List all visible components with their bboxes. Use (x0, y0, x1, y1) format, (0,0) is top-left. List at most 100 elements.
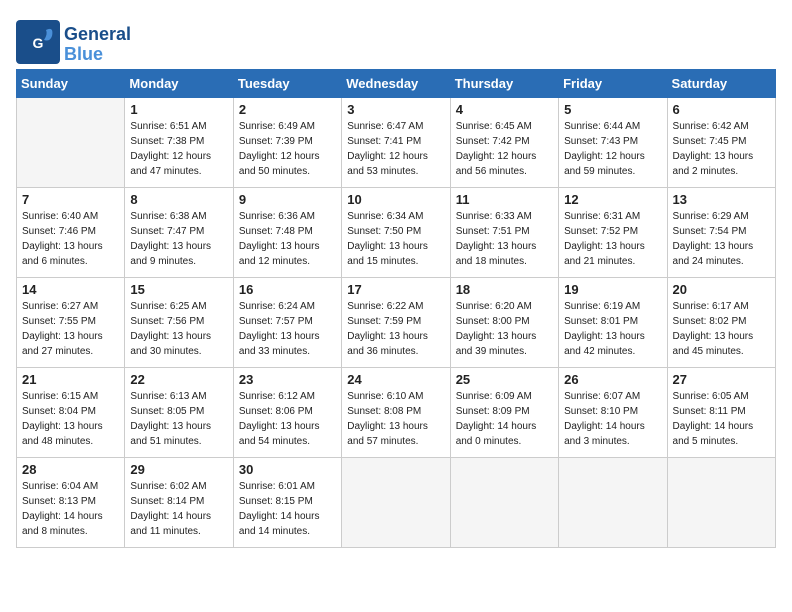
calendar-cell: 13 Sunrise: 6:29 AMSunset: 7:54 PMDayligh… (667, 188, 775, 278)
day-number: 30 (239, 462, 336, 477)
day-number: 25 (456, 372, 553, 387)
day-number: 22 (130, 372, 227, 387)
day-of-week-header: Monday (125, 70, 233, 98)
calendar-week-row: 28 Sunrise: 6:04 AMSunset: 8:13 PMDayligh… (17, 458, 776, 548)
svg-text:G: G (33, 35, 44, 51)
calendar-cell: 2 Sunrise: 6:49 AMSunset: 7:39 PMDaylight… (233, 98, 341, 188)
day-number: 20 (673, 282, 770, 297)
sun-info: Sunrise: 6:17 AMSunset: 8:02 PMDaylight:… (673, 299, 770, 359)
sun-info: Sunrise: 6:15 AMSunset: 8:04 PMDaylight:… (22, 389, 119, 449)
calendar-cell: 27Sunrise: 6:05 AMSunset: 8:11 PMDayligh… (667, 368, 775, 458)
calendar-cell: 12 Sunrise: 6:31 AMSunset: 7:52 PMDayligh… (559, 188, 667, 278)
calendar-cell: 16 Sunrise: 6:24 AMSunset: 7:57 PMDayligh… (233, 278, 341, 368)
day-number: 8 (130, 192, 227, 207)
calendar-cell: 4 Sunrise: 6:45 AMSunset: 7:42 PMDaylight… (450, 98, 558, 188)
day-number: 28 (22, 462, 119, 477)
sun-info: Sunrise: 6:01 AMSunset: 8:15 PMDaylight:… (239, 479, 336, 539)
sun-info: Sunrise: 6:40 AMSunset: 7:46 PMDaylight:… (22, 209, 119, 269)
calendar-cell: 25 Sunrise: 6:09 AMSunset: 8:09 PMDayligh… (450, 368, 558, 458)
day-number: 6 (673, 102, 770, 117)
sun-info: Sunrise: 6:31 AMSunset: 7:52 PMDaylight:… (564, 209, 661, 269)
day-number: 17 (347, 282, 444, 297)
day-number: 19 (564, 282, 661, 297)
logo-blue: Blue (64, 45, 131, 65)
calendar-cell: 10 Sunrise: 6:34 AMSunset: 7:50 PMDayligh… (342, 188, 450, 278)
day-number: 1 (130, 102, 227, 117)
sun-info: Sunrise: 6:07 AMSunset: 8:10 PMDaylight:… (564, 389, 661, 449)
day-number: 29 (130, 462, 227, 477)
day-number: 14 (22, 282, 119, 297)
calendar-cell: 23Sunrise: 6:12 AMSunset: 8:06 PMDayligh… (233, 368, 341, 458)
calendar-cell: 26Sunrise: 6:07 AMSunset: 8:10 PMDayligh… (559, 368, 667, 458)
calendar-cell (342, 458, 450, 548)
day-number: 21 (22, 372, 119, 387)
calendar-cell: 19 Sunrise: 6:19 AMSunset: 8:01 PMDayligh… (559, 278, 667, 368)
day-of-week-header: Saturday (667, 70, 775, 98)
sun-info: Sunrise: 6:42 AMSunset: 7:45 PMDaylight:… (673, 119, 770, 179)
calendar-cell: 24Sunrise: 6:10 AMSunset: 8:08 PMDayligh… (342, 368, 450, 458)
day-number: 3 (347, 102, 444, 117)
sun-info: Sunrise: 6:49 AMSunset: 7:39 PMDaylight:… (239, 119, 336, 179)
calendar-week-row: 1 Sunrise: 6:51 AMSunset: 7:38 PMDaylight… (17, 98, 776, 188)
calendar-cell: 7 Sunrise: 6:40 AMSunset: 7:46 PMDaylight… (17, 188, 125, 278)
calendar-week-row: 7 Sunrise: 6:40 AMSunset: 7:46 PMDaylight… (17, 188, 776, 278)
day-number: 16 (239, 282, 336, 297)
sun-info: Sunrise: 6:13 AMSunset: 8:05 PMDaylight:… (130, 389, 227, 449)
sun-info: Sunrise: 6:04 AMSunset: 8:13 PMDaylight:… (22, 479, 119, 539)
calendar-cell: 6 Sunrise: 6:42 AMSunset: 7:45 PMDaylight… (667, 98, 775, 188)
logo-icon: G (16, 20, 60, 64)
calendar-cell: 17 Sunrise: 6:22 AMSunset: 7:59 PMDayligh… (342, 278, 450, 368)
calendar-cell: 28 Sunrise: 6:04 AMSunset: 8:13 PMDayligh… (17, 458, 125, 548)
day-of-week-header: Tuesday (233, 70, 341, 98)
calendar-cell: 14Sunrise: 6:27 AMSunset: 7:55 PMDayligh… (17, 278, 125, 368)
sun-info: Sunrise: 6:05 AMSunset: 8:11 PMDaylight:… (673, 389, 770, 449)
calendar-cell: 5 Sunrise: 6:44 AMSunset: 7:43 PMDaylight… (559, 98, 667, 188)
day-of-week-header: Wednesday (342, 70, 450, 98)
day-number: 10 (347, 192, 444, 207)
day-number: 5 (564, 102, 661, 117)
day-number: 13 (673, 192, 770, 207)
calendar-cell: 22 Sunrise: 6:13 AMSunset: 8:05 PMDayligh… (125, 368, 233, 458)
day-number: 12 (564, 192, 661, 207)
calendar-cell (450, 458, 558, 548)
day-number: 2 (239, 102, 336, 117)
sun-info: Sunrise: 6:19 AMSunset: 8:01 PMDaylight:… (564, 299, 661, 359)
sun-info: Sunrise: 6:25 AMSunset: 7:56 PMDaylight:… (130, 299, 227, 359)
sun-info: Sunrise: 6:22 AMSunset: 7:59 PMDaylight:… (347, 299, 444, 359)
logo-name: General (64, 25, 131, 45)
calendar-cell: 15 Sunrise: 6:25 AMSunset: 7:56 PMDayligh… (125, 278, 233, 368)
calendar-cell: 18 Sunrise: 6:20 AMSunset: 8:00 PMDayligh… (450, 278, 558, 368)
day-number: 9 (239, 192, 336, 207)
sun-info: Sunrise: 6:44 AMSunset: 7:43 PMDaylight:… (564, 119, 661, 179)
day-number: 15 (130, 282, 227, 297)
sun-info: Sunrise: 6:02 AMSunset: 8:14 PMDaylight:… (130, 479, 227, 539)
sun-info: Sunrise: 6:20 AMSunset: 8:00 PMDaylight:… (456, 299, 553, 359)
sun-info: Sunrise: 6:47 AMSunset: 7:41 PMDaylight:… (347, 119, 444, 179)
calendar-cell (667, 458, 775, 548)
sun-info: Sunrise: 6:36 AMSunset: 7:48 PMDaylight:… (239, 209, 336, 269)
calendar-cell: 3 Sunrise: 6:47 AMSunset: 7:41 PMDaylight… (342, 98, 450, 188)
day-number: 18 (456, 282, 553, 297)
calendar-cell: 11Sunrise: 6:33 AMSunset: 7:51 PMDayligh… (450, 188, 558, 278)
day-number: 4 (456, 102, 553, 117)
day-of-week-header: Thursday (450, 70, 558, 98)
sun-info: Sunrise: 6:29 AMSunset: 7:54 PMDaylight:… (673, 209, 770, 269)
sun-info: Sunrise: 6:45 AMSunset: 7:42 PMDaylight:… (456, 119, 553, 179)
calendar-cell: 29 Sunrise: 6:02 AMSunset: 8:14 PMDayligh… (125, 458, 233, 548)
calendar-cell: 20 Sunrise: 6:17 AMSunset: 8:02 PMDayligh… (667, 278, 775, 368)
calendar-cell: 30 Sunrise: 6:01 AMSunset: 8:15 PMDayligh… (233, 458, 341, 548)
logo: G General Blue (16, 20, 131, 69)
calendar-week-row: 14Sunrise: 6:27 AMSunset: 7:55 PMDayligh… (17, 278, 776, 368)
sun-info: Sunrise: 6:24 AMSunset: 7:57 PMDaylight:… (239, 299, 336, 359)
calendar-cell (559, 458, 667, 548)
calendar-cell (17, 98, 125, 188)
sun-info: Sunrise: 6:09 AMSunset: 8:09 PMDaylight:… (456, 389, 553, 449)
calendar-header: SundayMondayTuesdayWednesdayThursdayFrid… (17, 70, 776, 98)
sun-info: Sunrise: 6:51 AMSunset: 7:38 PMDaylight:… (130, 119, 227, 179)
calendar-week-row: 21 Sunrise: 6:15 AMSunset: 8:04 PMDayligh… (17, 368, 776, 458)
day-number: 7 (22, 192, 119, 207)
sun-info: Sunrise: 6:10 AMSunset: 8:08 PMDaylight:… (347, 389, 444, 449)
calendar-cell: 9 Sunrise: 6:36 AMSunset: 7:48 PMDaylight… (233, 188, 341, 278)
sun-info: Sunrise: 6:34 AMSunset: 7:50 PMDaylight:… (347, 209, 444, 269)
calendar: SundayMondayTuesdayWednesdayThursdayFrid… (16, 69, 776, 548)
